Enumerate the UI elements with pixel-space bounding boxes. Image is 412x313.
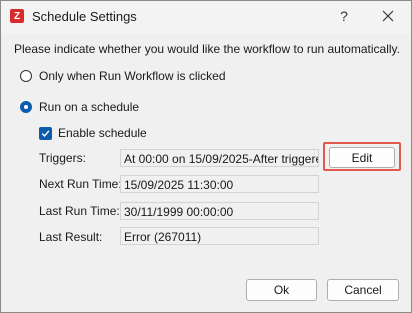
dialog-title: Schedule Settings — [32, 9, 137, 24]
next-run-field: 15/09/2025 11:30:00 — [120, 175, 319, 193]
last-run-label: Last Run Time: — [39, 204, 120, 218]
app-logo-icon: Z — [10, 9, 24, 23]
close-button[interactable] — [373, 4, 403, 28]
triggers-label: Triggers: — [39, 151, 86, 165]
schedule-settings-dialog: Z Schedule Settings ? Please indicate wh… — [0, 0, 412, 313]
next-run-label: Next Run Time: — [39, 177, 122, 191]
last-run-field: 30/11/1999 00:00:00 — [120, 202, 319, 220]
last-result-label: Last Result: — [39, 230, 103, 244]
intro-text: Please indicate whether you would like t… — [14, 42, 400, 56]
radio-manual-run[interactable]: Only when Run Workflow is clicked — [20, 69, 226, 83]
dialog-content: Please indicate whether you would like t… — [1, 34, 411, 312]
edit-button[interactable]: Edit — [329, 147, 395, 168]
triggers-field: At 00:00 on 15/09/2025-After triggered, … — [120, 149, 319, 167]
radio-selected-icon[interactable] — [20, 101, 32, 113]
help-button[interactable]: ? — [331, 4, 357, 28]
title-bar: Z Schedule Settings ? — [1, 1, 411, 34]
checkmark-icon — [41, 129, 50, 137]
close-icon — [382, 10, 394, 22]
radio-run-on-schedule[interactable]: Run on a schedule — [20, 100, 139, 114]
enable-schedule-checkbox[interactable]: Enable schedule — [39, 126, 147, 140]
radio-manual-label: Only when Run Workflow is clicked — [39, 69, 226, 83]
ok-button[interactable]: Ok — [246, 279, 317, 301]
cancel-button[interactable]: Cancel — [327, 279, 399, 301]
radio-schedule-label: Run on a schedule — [39, 100, 140, 114]
radio-button-icon[interactable] — [20, 70, 32, 82]
last-result-field: Error (267011) — [120, 227, 319, 245]
enable-schedule-label: Enable schedule — [58, 126, 147, 140]
checkbox-checked-icon[interactable] — [39, 126, 52, 140]
